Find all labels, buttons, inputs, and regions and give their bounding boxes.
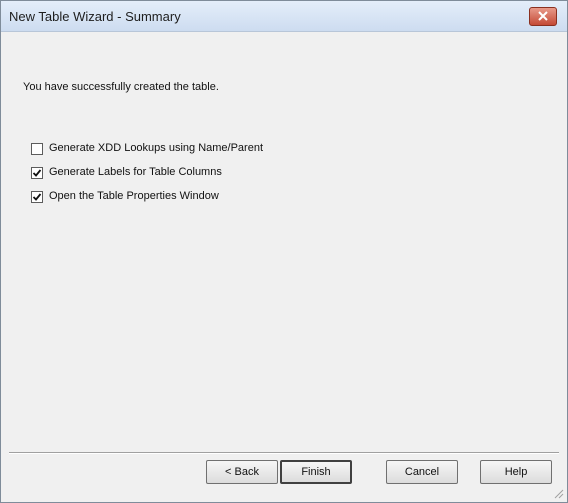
cancel-button[interactable]: Cancel xyxy=(386,460,458,484)
help-button[interactable]: Help xyxy=(480,460,552,484)
checkmark-icon xyxy=(32,193,42,201)
resize-grip-icon[interactable] xyxy=(552,487,564,499)
close-button[interactable] xyxy=(529,7,557,26)
window-title: New Table Wizard - Summary xyxy=(9,9,181,24)
checkbox-checked[interactable] xyxy=(31,167,43,179)
dialog-window: New Table Wizard - Summary You have succ… xyxy=(0,0,568,503)
option-label: Open the Table Properties Window xyxy=(49,190,219,202)
checkbox-unchecked[interactable] xyxy=(31,143,43,155)
option-label: Generate Labels for Table Columns xyxy=(49,166,222,178)
finish-button[interactable]: Finish xyxy=(280,460,352,484)
footer-separator xyxy=(9,452,559,454)
title-bar[interactable]: New Table Wizard - Summary xyxy=(1,1,567,32)
option-label: Generate XDD Lookups using Name/Parent xyxy=(49,142,264,154)
checkbox-checked[interactable] xyxy=(31,191,43,203)
back-button[interactable]: < Back xyxy=(206,460,278,484)
close-icon xyxy=(538,11,548,21)
success-message: You have successfully created the table. xyxy=(23,81,219,93)
checkmark-icon xyxy=(32,169,42,177)
dialog-body: You have successfully created the table.… xyxy=(1,32,567,502)
